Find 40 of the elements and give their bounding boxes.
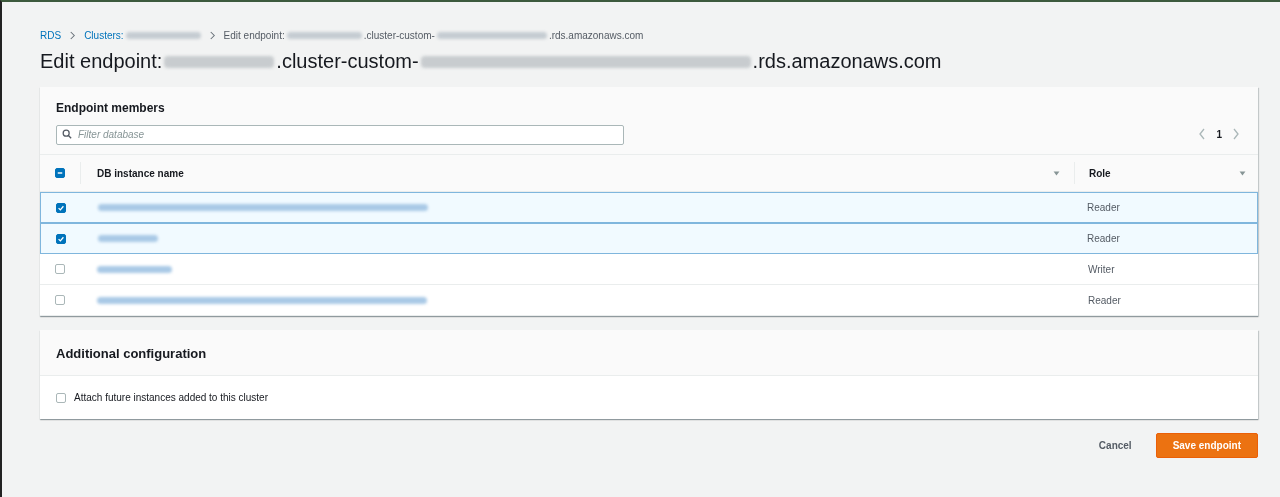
checkbox[interactable] [56,233,66,244]
table-cell-text: Reader [1087,294,1122,306]
redacted-text [98,235,158,242]
table-cell-text: Writer [1087,263,1116,275]
checkbox[interactable] [56,202,66,213]
checkbox[interactable] [56,392,66,403]
page-number[interactable]: 1 [1216,128,1222,140]
table-cell-text: Reader [1086,202,1121,213]
chevron-icon [208,30,216,40]
panel-title: Endpoint members [56,101,166,115]
table-row[interactable]: Writer [40,254,1258,285]
checkbox[interactable] [55,264,65,274]
checkbox-label: Attach future instances added to this cluster [74,392,268,403]
checkmark-icon [57,203,65,212]
panel-title: Additional configuration [56,346,208,361]
minus-icon [56,169,64,177]
table-row[interactable]: Reader [40,192,1258,223]
chevron-icon [69,30,77,40]
cancel-button[interactable]: Cancel [1092,436,1138,455]
checkmark-icon [57,234,65,243]
breadcrumb-link[interactable]: RDS [40,29,62,41]
breadcrumb-text: .cluster-custom- [363,29,435,41]
column-header[interactable]: DB instance name [97,167,184,179]
previous-page-icon[interactable] [1198,128,1207,140]
table-row[interactable]: Reader [40,285,1258,316]
page-title: .cluster-custom- [276,50,419,73]
table-cell-text: Reader [1086,233,1121,244]
sort-caret-icon[interactable] [1053,170,1060,176]
table-row[interactable]: Reader [40,223,1258,254]
breadcrumb-text: .rds.amazonaws.com [548,29,644,41]
column-header[interactable]: Role [1089,167,1111,179]
search-field[interactable]: Filter database [56,124,624,145]
next-page-icon[interactable] [1232,128,1240,140]
checkbox[interactable] [55,295,65,305]
page-title: .rds.amazonaws.com [752,50,942,73]
page-title: Edit endpoint: [40,50,163,73]
sort-caret-icon[interactable] [1239,170,1246,176]
checkbox[interactable] [55,168,65,178]
breadcrumb-text: Edit endpoint: [223,29,285,41]
breadcrumb-link[interactable]: Clusters: [84,29,124,41]
